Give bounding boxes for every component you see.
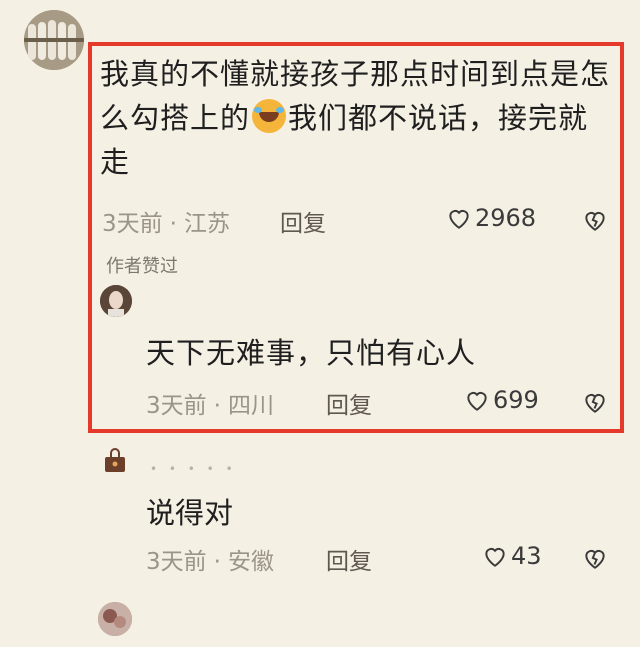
broken-heart-icon[interactable]: [582, 389, 608, 415]
like-count: 699: [493, 386, 539, 414]
reply-button[interactable]: 回复: [280, 204, 326, 238]
comment-meta: 3天前 · 四川: [146, 393, 274, 419]
separator-dots: • • • • •: [150, 462, 237, 476]
comment-location: 安徽: [227, 549, 274, 575]
comment-location: 四川: [227, 393, 274, 419]
comment-meta: 3天前 · 安徽: [146, 549, 274, 575]
like-count: 43: [511, 542, 542, 570]
author-liked-badge: 作者赞过: [106, 256, 178, 277]
reply-text: 说得对: [146, 496, 234, 530]
broken-heart-icon[interactable]: [582, 545, 608, 571]
comment-time: 3天前: [146, 393, 207, 419]
heart-icon: [449, 210, 469, 229]
comment-text: 我真的不懂就接孩子那点时间到点是怎么勾搭上的 我们都不说话，接完就走: [100, 52, 612, 184]
reply-button[interactable]: 回复: [326, 386, 372, 420]
heart-icon: [467, 392, 487, 411]
avatar[interactable]: [24, 10, 84, 70]
comment-location: 江苏: [183, 211, 230, 237]
comment-time: 3天前: [146, 549, 207, 575]
reply-button[interactable]: 回复: [326, 542, 372, 576]
bag-avatar-icon[interactable]: [102, 448, 128, 474]
like-button[interactable]: 699: [464, 386, 539, 414]
like-button[interactable]: 43: [482, 542, 542, 570]
like-count: 2968: [475, 204, 537, 232]
broken-heart-icon[interactable]: [582, 207, 608, 233]
laughing-crying-emoji-icon: [252, 99, 287, 133]
heart-icon: [485, 548, 505, 567]
avatar[interactable]: [100, 285, 132, 317]
avatar[interactable]: [98, 602, 132, 636]
comment-time: 3天前: [102, 211, 163, 237]
reply-text: 天下无难事，只怕有心人: [146, 336, 477, 370]
like-button[interactable]: 2968: [446, 204, 536, 232]
comment-meta: 3天前 · 江苏: [102, 211, 230, 237]
